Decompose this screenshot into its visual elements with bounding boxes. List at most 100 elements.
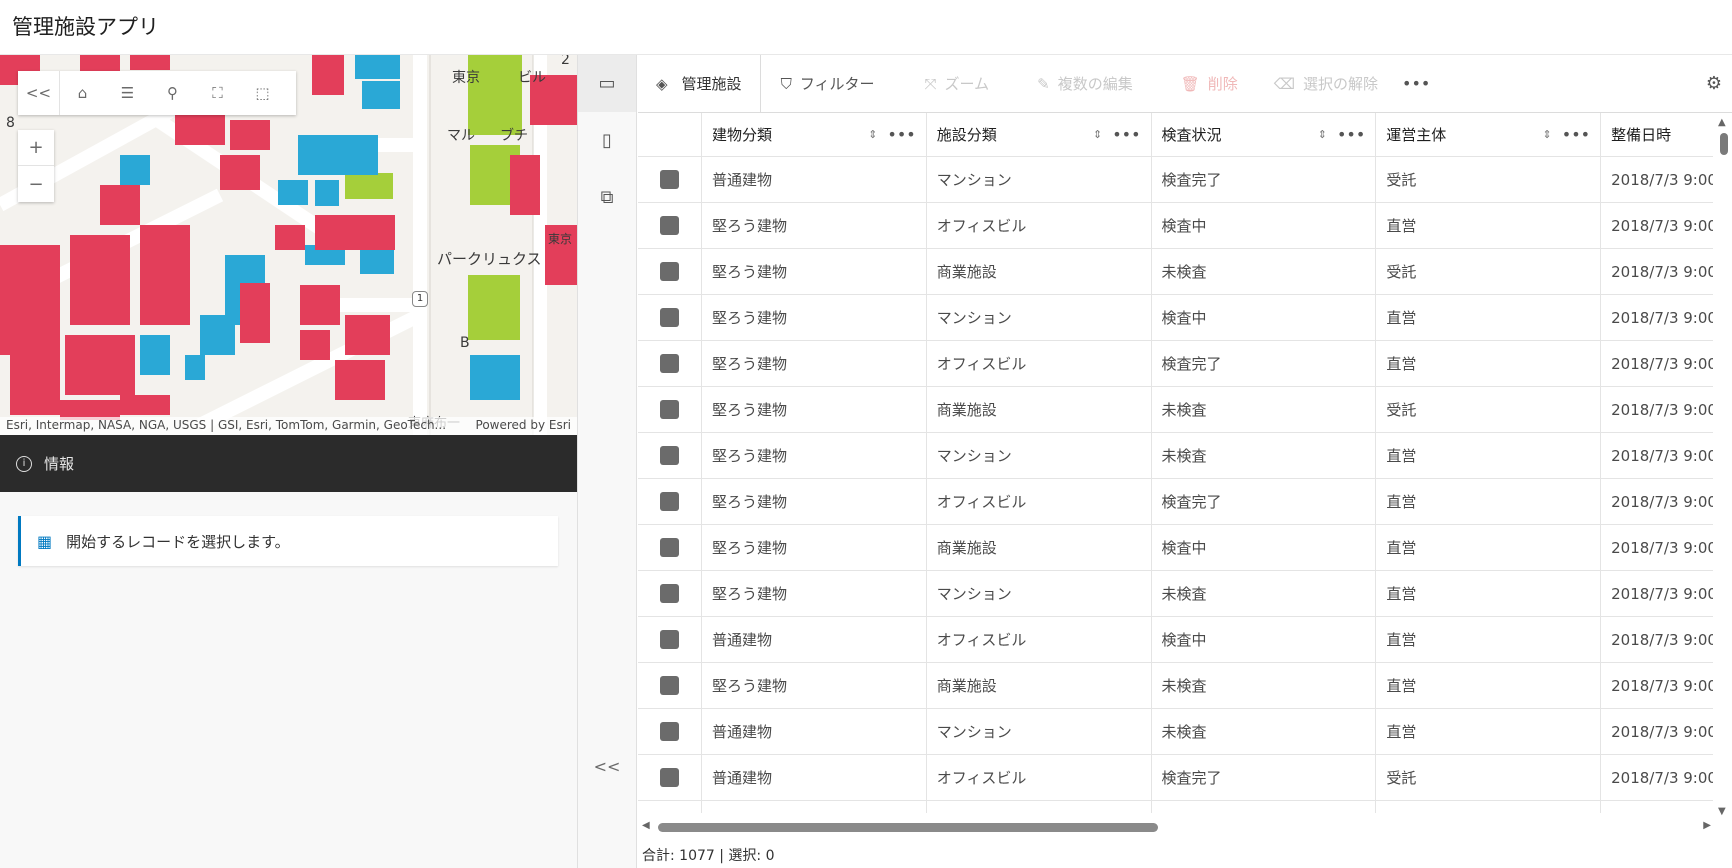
- table-row[interactable]: 普通建物 オフィスビル 検査完了 受託 2018/7/3 9:00: [638, 755, 1713, 801]
- table-cell[interactable]: 直営: [1376, 479, 1602, 524]
- column-menu-icon[interactable]: •••: [1112, 125, 1140, 144]
- table-cell[interactable]: 堅ろう建物: [702, 663, 927, 708]
- scroll-up-icon[interactable]: ▲: [1718, 117, 1726, 128]
- table-cell[interactable]: 2018/7/3 9:00: [1601, 157, 1713, 202]
- table-cell[interactable]: 商業施設: [927, 801, 1152, 813]
- row-checkbox[interactable]: [659, 492, 679, 511]
- horizontal-scrollbar[interactable]: ◀ ▶: [638, 820, 1713, 834]
- table-cell[interactable]: 2018/7/3 9:00: [1601, 479, 1713, 524]
- vertical-scrollbar[interactable]: ▲ ▼: [1716, 113, 1730, 817]
- horizontal-scroll-thumb[interactable]: [658, 823, 1158, 832]
- table-cell[interactable]: オフィスビル: [927, 341, 1152, 386]
- table-cell[interactable]: 直営: [1376, 433, 1602, 478]
- table-cell[interactable]: 検査完了: [1152, 755, 1377, 800]
- table-cell[interactable]: 普通建物: [702, 157, 927, 202]
- table-cell[interactable]: マンション: [927, 295, 1152, 340]
- home-icon[interactable]: ⌂: [60, 71, 105, 115]
- table-cell[interactable]: 商業施設: [927, 663, 1152, 708]
- select-by-area-icon[interactable]: ⬚: [240, 71, 285, 115]
- table-cell[interactable]: 直営: [1376, 203, 1602, 248]
- table-cell[interactable]: 直営: [1376, 295, 1602, 340]
- layer-list-icon[interactable]: ☰: [105, 71, 150, 115]
- table-cell[interactable]: 2018/7/3 9:00: [1601, 755, 1713, 800]
- powered-by-link[interactable]: Powered by Esri: [476, 418, 571, 434]
- row-checkbox[interactable]: [659, 308, 679, 327]
- table-cell[interactable]: 直営: [1376, 801, 1602, 813]
- table-cell[interactable]: 検査完了: [1152, 157, 1377, 202]
- table-row[interactable]: 堅ろう建物 オフィスビル 検査中 直営 2018/7/3 9:00: [638, 203, 1713, 249]
- table-cell[interactable]: オフィスビル: [927, 617, 1152, 662]
- table-cell[interactable]: 未検査: [1152, 387, 1377, 432]
- table-cell[interactable]: 検査完了: [1152, 479, 1377, 524]
- table-cell[interactable]: 普通建物: [702, 617, 927, 662]
- column-header[interactable]: 検査状況 ⇕ •••: [1152, 113, 1377, 156]
- edit-multiple-button[interactable]: ✎ 複数の編集: [1037, 73, 1133, 94]
- collapse-sidebar-button[interactable]: <<: [578, 757, 636, 776]
- table-cell[interactable]: 2018/7/3 9:00: [1601, 387, 1713, 432]
- table-cell[interactable]: 直営: [1376, 617, 1602, 662]
- info-panel-header[interactable]: i 情報: [0, 435, 577, 492]
- column-menu-icon[interactable]: •••: [1337, 125, 1365, 144]
- filter-button[interactable]: ⛉ フィルター: [781, 73, 875, 94]
- table-cell[interactable]: 直営: [1376, 571, 1602, 616]
- column-header[interactable]: 運営主体 ⇕ •••: [1376, 113, 1602, 156]
- zoom-out-button[interactable]: −: [18, 166, 54, 202]
- table-cell[interactable]: 検査中: [1152, 203, 1377, 248]
- scroll-left-icon[interactable]: ◀: [642, 820, 650, 831]
- table-cell[interactable]: 堅ろう建物: [702, 295, 927, 340]
- delete-button[interactable]: 🗑 削除: [1181, 73, 1238, 94]
- table-cell[interactable]: 受託: [1376, 387, 1602, 432]
- table-row[interactable]: 普通建物 マンション 検査完了 受託 2018/7/3 9:00: [638, 157, 1713, 203]
- column-menu-icon[interactable]: •••: [887, 125, 915, 144]
- table-row[interactable]: 堅ろう建物 オフィスビル 検査完了 直営 2018/7/3 9:00: [638, 479, 1713, 525]
- column-header[interactable]: 施設分類 ⇕ •••: [927, 113, 1152, 156]
- map-view[interactable]: 東京 ビル マル ブチ パークリュクス 東京 B 8 2 東麻布一 1 << ⌂…: [0, 55, 577, 435]
- table-cell[interactable]: 未検査: [1152, 571, 1377, 616]
- table-cell[interactable]: 検査中: [1152, 617, 1377, 662]
- table-row[interactable]: 堅ろう建物商業施設未検査直営2018/7/3 9:00: [638, 663, 1713, 709]
- collapse-toolbar-icon[interactable]: <<: [18, 71, 60, 115]
- vertical-scroll-thumb[interactable]: [1720, 133, 1728, 155]
- row-checkbox[interactable]: [659, 538, 679, 557]
- table-cell[interactable]: マンション: [927, 157, 1152, 202]
- row-checkbox[interactable]: [659, 216, 679, 235]
- table-cell[interactable]: 2018/7/3 9:00: [1601, 249, 1713, 294]
- clear-selection-button[interactable]: ⌫ 選択の解除: [1274, 73, 1378, 94]
- row-checkbox[interactable]: [659, 676, 679, 695]
- table-row[interactable]: 堅ろう建物 オフィスビル 検査完了 直営 2018/7/3 9:00: [638, 341, 1713, 387]
- table-row[interactable]: 堅ろう建物 商業施設 未検査 受託 2018/7/3 9:00: [638, 387, 1713, 433]
- table-cell[interactable]: 未検査: [1152, 709, 1377, 754]
- fullscreen-icon[interactable]: ⛶: [195, 71, 240, 115]
- table-cell[interactable]: 検査完了: [1152, 341, 1377, 386]
- table-row[interactable]: 堅ろう建物 商業施設 検査中 直営 2018/7/3 9:00: [638, 525, 1713, 571]
- zoom-to-button[interactable]: ⤧ ズーム: [925, 73, 990, 94]
- table-cell[interactable]: 堅ろう建物: [702, 249, 927, 294]
- sort-icon[interactable]: ⇕: [1318, 128, 1327, 141]
- table-cell[interactable]: 2018/7/3 9:00: [1601, 203, 1713, 248]
- table-cell[interactable]: オフィスビル: [927, 755, 1152, 800]
- table-row[interactable]: 堅ろう建物 マンション 未検査 直営 2018/7/3 9:00: [638, 571, 1713, 617]
- table-cell[interactable]: 直営: [1376, 709, 1602, 754]
- search-icon[interactable]: ⚲: [150, 71, 195, 115]
- row-checkbox[interactable]: [659, 400, 679, 419]
- table-cell[interactable]: 堅ろう建物: [702, 387, 927, 432]
- column-menu-icon[interactable]: •••: [1562, 125, 1590, 144]
- attribution-text[interactable]: Esri, Intermap, NASA, NGA, USGS | GSI, E…: [6, 418, 446, 434]
- table-cell[interactable]: 2018/7/3 9:00: [1601, 433, 1713, 478]
- table-row[interactable]: 普通建物 オフィスビル 検査中 直営 2018/7/3 9:00: [638, 617, 1713, 663]
- table-cell[interactable]: 堅ろう建物: [702, 801, 927, 813]
- table-cell[interactable]: 堅ろう建物: [702, 433, 927, 478]
- chart-layout-icon[interactable]: ⧉: [578, 169, 636, 226]
- table-cell[interactable]: 堅ろう建物: [702, 203, 927, 248]
- sort-icon[interactable]: ⇕: [1093, 128, 1102, 141]
- table-cell[interactable]: 未検査: [1152, 663, 1377, 708]
- scroll-down-icon[interactable]: ▼: [1718, 806, 1726, 817]
- table-cell[interactable]: 2018/7/3 9:00: [1601, 617, 1713, 662]
- table-cell[interactable]: 商業施設: [927, 249, 1152, 294]
- tab-managed-facilities[interactable]: ◈ 管理施設: [638, 54, 761, 113]
- row-checkbox[interactable]: [659, 262, 679, 281]
- table-cell[interactable]: 未検査: [1152, 249, 1377, 294]
- table-cell[interactable]: 堅ろう建物: [702, 341, 927, 386]
- table-cell[interactable]: 直営: [1376, 341, 1602, 386]
- gear-icon[interactable]: ⚙: [1706, 73, 1722, 94]
